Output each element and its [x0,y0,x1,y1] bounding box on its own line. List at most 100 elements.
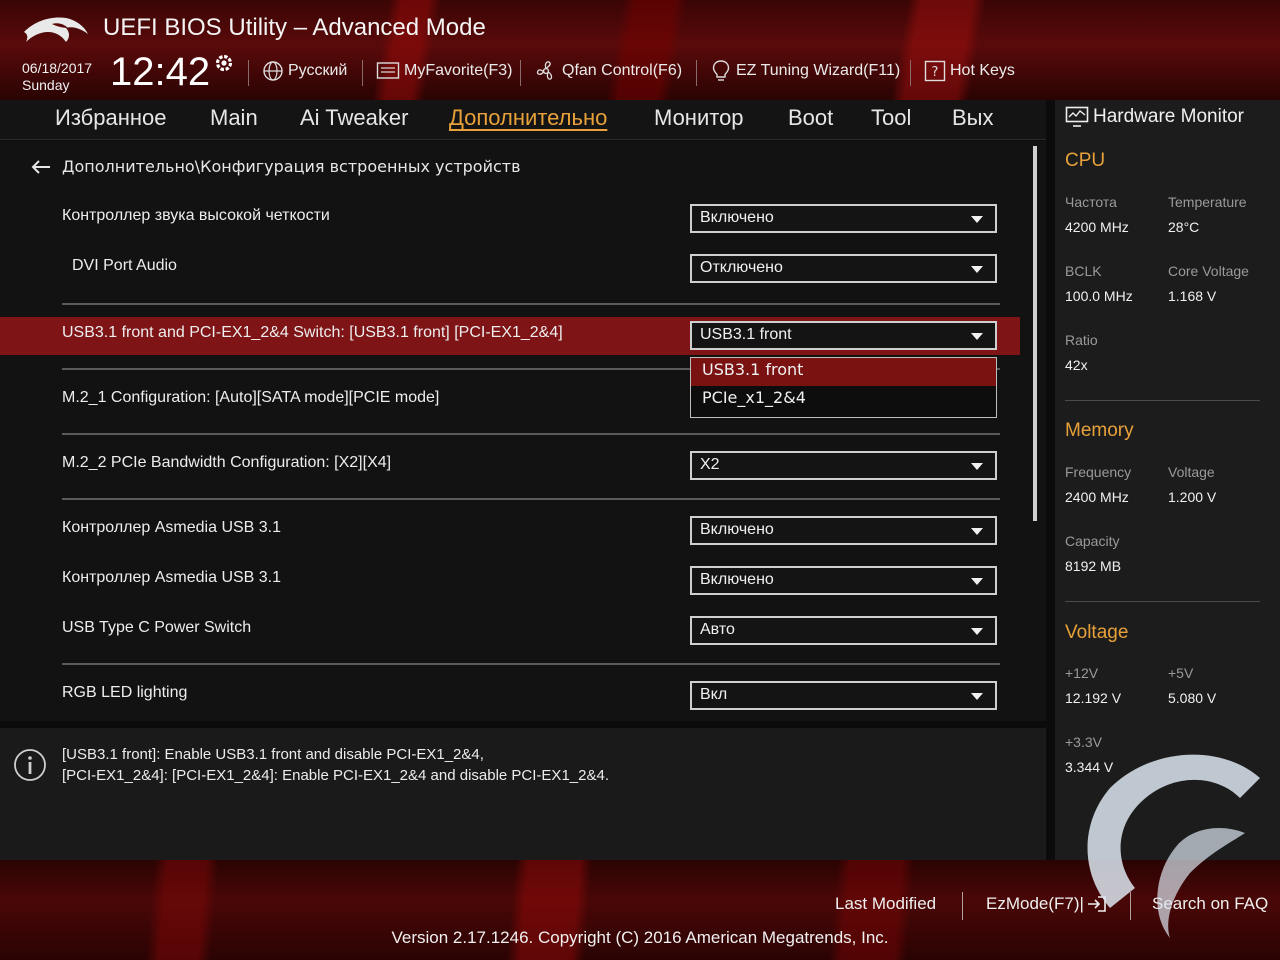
section-divider [62,498,1000,500]
ratio-label: Ratio [1065,332,1098,348]
bclk-label: BCLK [1065,263,1102,279]
help-line: [USB3.1 front]: Enable USB3.1 front and … [62,746,484,763]
chevron-down-icon [971,578,983,585]
myfavorite-label: MyFavorite(F3) [404,62,513,79]
setting-select[interactable]: Включено [690,516,997,545]
cpu-frequency-value: 4200 MHz [1065,219,1129,235]
hardware-monitor-title: Hardware Monitor [1065,106,1244,128]
qfan-button[interactable]: Qfan Control(F6) [534,59,682,83]
hw-divider [1065,601,1260,602]
core-voltage-label: Core Voltage [1168,263,1249,279]
date-text: 06/18/2017 [22,60,93,76]
v12-label: +12V [1065,665,1099,681]
gear-icon[interactable] [213,52,235,74]
main-panel: Дополнительно\Конфигурация встроенных ус… [0,141,1046,721]
chevron-down-icon [971,463,983,470]
tab-ai-tweaker[interactable]: Ai Tweaker [300,105,408,131]
capacity-value: 8192 MB [1065,558,1122,574]
hardware-monitor-label: Hardware Monitor [1093,106,1244,127]
memory-voltage-value: 1.200 V [1168,489,1217,505]
cpu-temperature-value: 28°C [1168,219,1200,235]
language-label: Русский [288,62,348,79]
scrollbar[interactable] [1033,146,1037,521]
memory-frequency-label: Frequency [1065,464,1132,480]
setting-label: RGB LED lighting [62,684,188,701]
setting-select[interactable]: Авто [690,616,997,645]
setting-select[interactable]: USB3.1 front [690,321,997,350]
setting-label: DVI Port Audio [72,257,177,274]
setting-label: M.2_2 PCIe Bandwidth Configuration: [X2]… [62,454,392,471]
info-icon [14,749,46,781]
language-button[interactable]: Русский [262,59,347,83]
section-divider [62,433,1000,435]
v5-label: +5V [1168,665,1194,681]
myfavorite-button[interactable]: MyFavorite(F3) [376,59,512,83]
setting-value: Вкл [700,686,728,703]
help-line: [PCI-EX1_2&4]: [PCI-EX1_2&4]: Enable PCI… [62,767,609,784]
tab-boot[interactable]: Boot [788,105,833,131]
tab-monitor[interactable]: Монитор [654,105,744,131]
bclk-value: 100.0 MHz [1065,288,1133,304]
cpu-heading: CPU [1065,150,1106,171]
setting-value: Включено [700,209,774,226]
chevron-down-icon [971,693,983,700]
setting-select[interactable]: Вкл [690,681,997,710]
date-display: 06/18/2017 Sunday [22,60,92,94]
voltage-heading: Voltage [1065,622,1129,643]
dropdown-option[interactable]: PCIe_x1_2&4 [691,386,996,414]
qfan-label: Qfan Control(F6) [562,62,683,79]
tab-main[interactable]: Main [210,105,258,131]
setting-select[interactable]: X2 [690,451,997,480]
tab-exit[interactable]: Вых [952,105,994,131]
app-title: UEFI BIOS Utility – Advanced Mode [103,14,486,41]
ratio-value: 42x [1065,357,1088,373]
last-modified-button[interactable]: Last Modified [835,894,936,914]
setting-label: USB3.1 front and PCI-EX1_2&4 Switch: [US… [62,324,563,341]
header-separator [696,60,697,86]
section-divider [62,663,1000,665]
watermark-logo [1087,754,1260,938]
header-separator [910,60,911,86]
tab-advanced[interactable]: Дополнительно [449,105,607,131]
tab-bar: Избранное Main Ai Tweaker Дополнительно … [0,100,1046,140]
setting-value: Авто [700,621,735,638]
chevron-down-icon [971,266,983,273]
setting-label: Контроллер Asmedia USB 3.1 [62,519,282,536]
day-text: Sunday [22,77,70,93]
hw-divider [1065,400,1260,401]
capacity-label: Capacity [1065,533,1120,549]
setting-select[interactable]: Включено [690,204,997,233]
tab-favorites[interactable]: Избранное [55,105,167,131]
monitor-icon [1065,106,1089,127]
question-icon: ? [924,60,946,82]
dropdown-menu: USB3.1 front PCIe_x1_2&4 [690,357,997,418]
setting-value: USB3.1 front [700,326,792,343]
section-divider [62,303,1000,305]
setting-value: Отключено [700,259,783,276]
clock-time: 12:42 [110,50,211,94]
v12-value: 12.192 V [1065,690,1122,706]
v5-value: 5.080 V [1168,690,1217,706]
fan-icon [536,61,553,80]
setting-label: Контроллер Asmedia USB 3.1 [62,569,282,586]
ez-tuning-button[interactable]: EZ Tuning Wizard(F11) [710,59,900,83]
back-arrow-icon[interactable] [30,159,52,175]
setting-select[interactable]: Отключено [690,254,997,283]
setting-label: USB Type C Power Switch [62,619,252,636]
ez-tuning-label: EZ Tuning Wizard(F11) [736,62,901,79]
favorite-icon [376,62,400,79]
footer-separator [962,892,963,920]
help-text: [USB3.1 front]: Enable USB3.1 front and … [62,744,609,786]
svg-text:?: ? [932,65,939,80]
help-panel: [USB3.1 front]: Enable USB3.1 front and … [0,728,1046,860]
chevron-down-icon [971,216,983,223]
dropdown-option[interactable]: USB3.1 front [691,358,996,386]
memory-frequency-value: 2400 MHz [1065,489,1129,505]
chevron-down-icon [971,628,983,635]
hardware-monitor-panel: Hardware Monitor CPU Частота Temperature… [1055,100,1280,860]
header-separator [362,60,363,86]
setting-select[interactable]: Включено [690,566,997,595]
rog-logo [24,17,88,42]
hotkeys-button[interactable]: ? Hot Keys [924,59,1015,83]
tab-tool[interactable]: Tool [871,105,911,131]
